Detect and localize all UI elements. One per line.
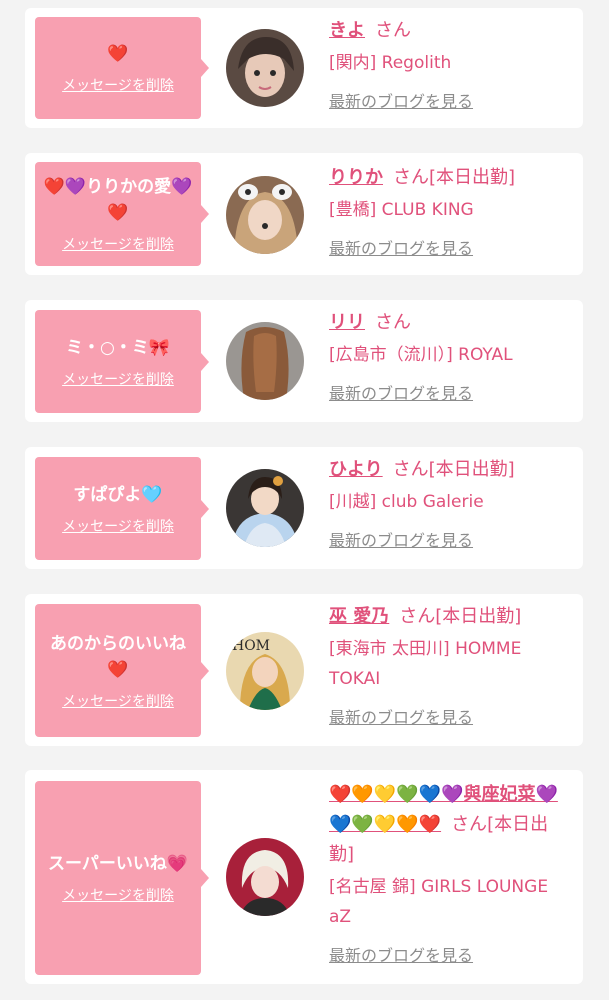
- delete-message-link[interactable]: メッセージを削除: [62, 75, 174, 95]
- avatar-photo: [226, 176, 304, 254]
- delete-message-link[interactable]: メッセージを削除: [62, 516, 174, 536]
- message-bubble: ❤️ メッセージを削除: [35, 17, 209, 119]
- latest-blog-link[interactable]: 最新のブログを見る: [329, 527, 473, 551]
- message-card: あのからのいいね❤️ メッセージを削除 HOM 巫 愛乃 さん[本日出勤] [東海…: [25, 594, 583, 746]
- shop-label: [豊橋] CLUB KING: [329, 200, 474, 220]
- honorific: さん: [399, 606, 436, 627]
- avatar-photo: [226, 322, 304, 400]
- latest-blog-link[interactable]: 最新のブログを見る: [329, 942, 473, 966]
- message-bubble: ❤️💜りりかの愛💜❤️ メッセージを削除: [35, 162, 209, 266]
- avatar-photo: [226, 838, 304, 916]
- message-card: ❤️ メッセージを削除 きよ さん [関内] Regolith 最新のブログを見る: [25, 8, 583, 128]
- delete-message-link[interactable]: メッセージを削除: [62, 369, 174, 389]
- message-bubble: すぱぴよ🩵 メッセージを削除: [35, 457, 209, 560]
- avatar[interactable]: HOM: [226, 632, 304, 710]
- honorific: さん: [375, 312, 411, 333]
- honorific: さん: [392, 459, 429, 480]
- shop-label: [関内] Regolith: [329, 53, 452, 73]
- message-text: ❤️💜りりかの愛💜❤️: [43, 177, 193, 223]
- message-list: ❤️ メッセージを削除 きよ さん [関内] Regolith 最新のブログを見る: [0, 0, 609, 1000]
- message-card: スーパーいいね💗 メッセージを削除 ❤️🧡💛💚💙💜與座妃菜💜💙💚💛🧡❤️ さん[本…: [25, 770, 583, 984]
- status-text: [本日出勤]: [429, 167, 516, 188]
- message-text: スーパーいいね💗: [48, 854, 188, 874]
- avatar-photo: [226, 29, 304, 107]
- message-bubble: あのからのいいね❤️ メッセージを削除: [35, 604, 209, 737]
- shop-label: [東海市 太田川] HOMME TOKAI: [329, 639, 522, 689]
- avatar[interactable]: [226, 838, 304, 916]
- latest-blog-link[interactable]: 最新のブログを見る: [329, 88, 473, 112]
- message-card: すぱぴよ🩵 メッセージを削除 ひより さん[本日出勤] [川越] club Gal…: [25, 447, 583, 569]
- shop-label: [名古屋 錦] GIRLS LOUNGE aZ: [329, 877, 549, 927]
- message-text: ❤️: [107, 44, 129, 64]
- cast-name-link[interactable]: リリ: [329, 312, 365, 333]
- avatar[interactable]: [226, 322, 304, 400]
- message-text: ミ・○・ミ🎀: [65, 337, 170, 358]
- avatar[interactable]: [226, 469, 304, 547]
- delete-message-link[interactable]: メッセージを削除: [62, 234, 174, 254]
- status-text: [本日出勤]: [428, 459, 515, 480]
- latest-blog-link[interactable]: 最新のブログを見る: [329, 704, 473, 728]
- cast-name-link[interactable]: 巫 愛乃: [329, 606, 389, 627]
- message-card: ❤️💜りりかの愛💜❤️ メッセージを削除 りりか さん[本日出勤] [豊橋] CL…: [25, 153, 583, 275]
- latest-blog-link[interactable]: 最新のブログを見る: [329, 380, 473, 404]
- cast-name-link[interactable]: りりか: [329, 167, 383, 188]
- latest-blog-link[interactable]: 最新のブログを見る: [329, 235, 473, 259]
- avatar-photo: [226, 469, 304, 547]
- status-text: [本日出勤]: [435, 606, 522, 627]
- message-text: あのからのいいね❤️: [50, 633, 186, 680]
- message-bubble: スーパーいいね💗 メッセージを削除: [35, 781, 209, 975]
- svg-text:HOM: HOM: [232, 638, 270, 654]
- message-bubble: ミ・○・ミ🎀 メッセージを削除: [35, 310, 209, 413]
- shop-label: [広島市（流川）] ROYAL: [329, 345, 513, 365]
- shop-label: [川越] club Galerie: [329, 492, 484, 512]
- honorific: さん: [451, 814, 488, 835]
- avatar-photo: HOM: [226, 632, 304, 710]
- delete-message-link[interactable]: メッセージを削除: [62, 885, 174, 905]
- avatar[interactable]: [226, 29, 304, 107]
- honorific: さん: [375, 20, 411, 41]
- cast-name-link[interactable]: きよ: [329, 20, 365, 41]
- cast-name-link[interactable]: ひより: [329, 459, 383, 480]
- message-text: すぱぴよ🩵: [73, 484, 163, 505]
- message-card: ミ・○・ミ🎀 メッセージを削除 リリ さん [広島市（流川）] ROYAL 最新の…: [25, 300, 583, 422]
- avatar[interactable]: [226, 176, 304, 254]
- honorific: さん: [393, 167, 429, 188]
- delete-message-link[interactable]: メッセージを削除: [62, 691, 174, 711]
